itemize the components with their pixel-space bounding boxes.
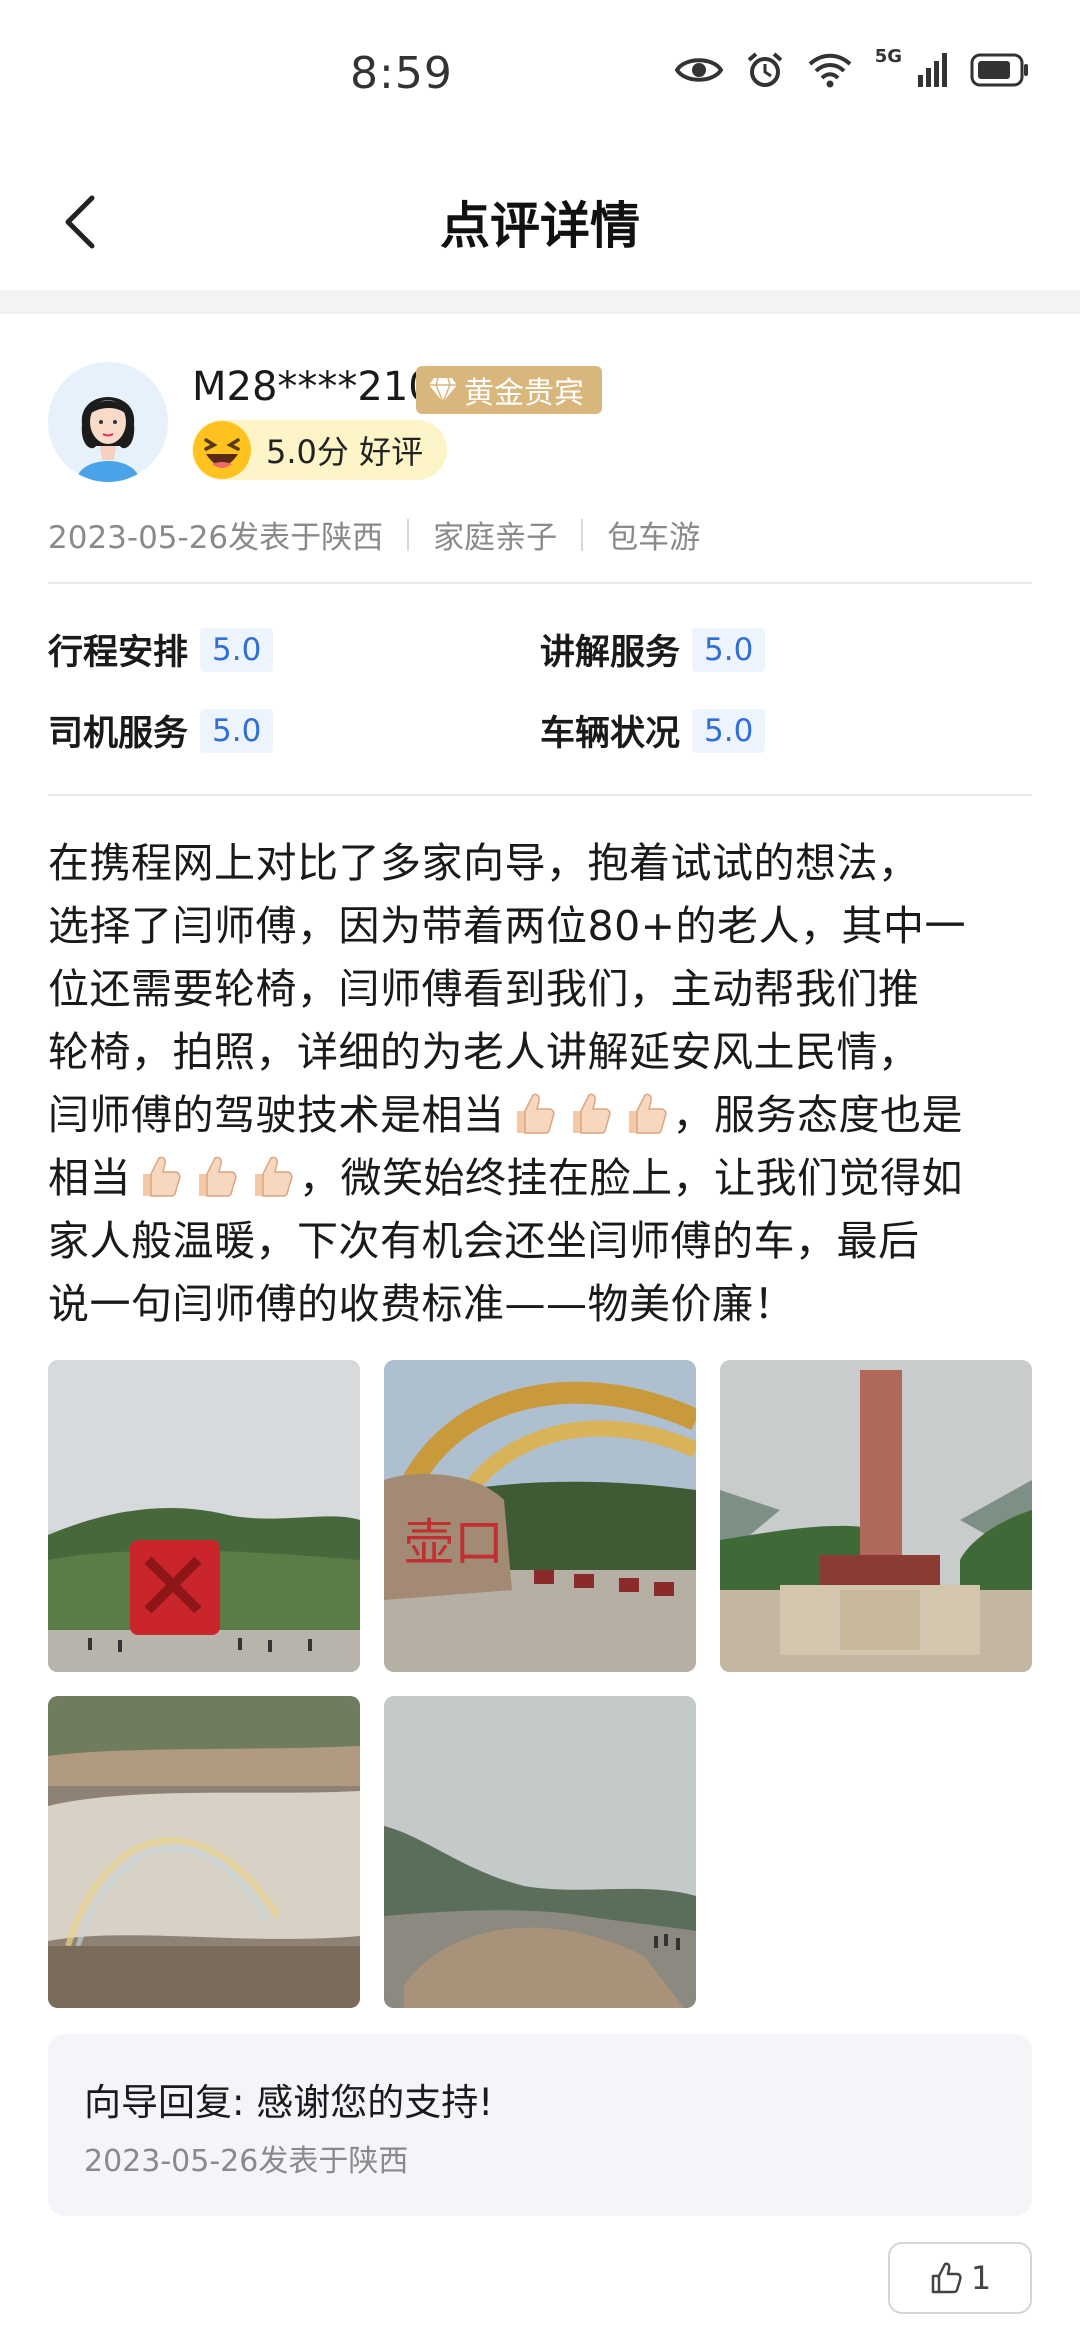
thumbs-up-emoji-icon: [516, 1093, 555, 1134]
review-line: 轮椅，拍照，详细的为老人讲解延安风土民情，: [48, 1028, 920, 1076]
review-line: 选择了闫师傅，因为带着两位80+的老人，其中一: [48, 902, 967, 950]
score-label: 车辆状况: [540, 714, 681, 754]
network-label: 5G: [874, 45, 902, 67]
review-photo[interactable]: [384, 1696, 696, 2008]
username: M28****210: [192, 364, 434, 410]
review-segment: ，微笑始终挂在脸上，让我们觉得如: [299, 1154, 963, 1202]
review-segment: 闫师傅的驾驶技术是相当: [48, 1091, 505, 1139]
review-meta: 2023-05-26发表于陕西 家庭亲子 包车游: [48, 512, 700, 557]
score-value: 5.0: [692, 627, 766, 672]
meta-divider: [407, 518, 410, 551]
review-segment: ，服务态度也是: [672, 1091, 963, 1139]
reply-text: 向导回复: 感谢您的支持!: [84, 2081, 494, 2124]
battery-icon: [970, 53, 1028, 87]
thumbs-up-emoji-icon: [572, 1093, 611, 1134]
tag-family: 家庭亲子: [433, 520, 558, 556]
score-driver: 司机服务 5.0: [48, 705, 274, 756]
score-itinerary: 行程安排 5.0: [48, 624, 274, 675]
review-content: 在携程网上对比了多家向导，抱着试试的想法， 选择了闫师傅，因为带着两位80+的老…: [48, 832, 1038, 1336]
alarm-icon: [747, 52, 782, 87]
vip-badge: 黄金贵宾: [416, 366, 602, 414]
guide-reply: 向导回复: 感谢您的支持! 2023-05-26发表于陕西: [48, 2034, 1032, 2216]
review-line: 家人般温暖，下次有机会还坐闫师傅的车，最后: [48, 1217, 920, 1265]
section-separator: [0, 290, 1080, 314]
score-value: 5.0: [200, 708, 274, 753]
score-guide: 讲解服务 5.0: [540, 624, 766, 675]
review-line: 闫师傅的驾驶技术是相当 ，服务态度也是: [48, 1084, 1038, 1147]
tag-charter: 包车游: [607, 520, 701, 556]
review-line: 位还需要轮椅，闫师傅看到我们，主动帮我们推: [48, 965, 920, 1013]
thumbs-up-emoji-icon: [255, 1156, 293, 1197]
thumbs-up-icon: [931, 2262, 962, 2294]
like-count: 1: [970, 2259, 992, 2297]
status-bar: 8:59 5G: [0, 0, 1080, 150]
review-photo[interactable]: [48, 1696, 360, 2008]
review-line: 相当 ，微笑始终挂在脸上，让我们觉得如: [48, 1147, 1038, 1210]
page-title: 点评详情: [440, 197, 640, 255]
thumbs-up-emoji-icon: [143, 1156, 181, 1197]
review-photo[interactable]: [48, 1360, 360, 1672]
score-value: 5.0: [200, 627, 274, 672]
score-vehicle: 车辆状况 5.0: [540, 705, 766, 756]
nav-bar: 点评详情: [0, 160, 1080, 290]
status-time: 8:59: [350, 48, 453, 99]
thumbs-up-emoji-icon: [628, 1093, 667, 1134]
review-photo[interactable]: 壶口: [384, 1360, 696, 1672]
review-line: 在携程网上对比了多家向导，抱着试试的想法，: [48, 839, 920, 887]
divider: [48, 582, 1032, 584]
review-line: 说一句闫师傅的收费标准——物美价廉！: [48, 1280, 795, 1328]
signal-icon: [918, 53, 947, 87]
rating-pill: 5.0分 好评: [192, 420, 448, 480]
status-icons: 5G: [674, 46, 1030, 90]
score-label: 讲解服务: [540, 633, 681, 673]
divider: [48, 794, 1032, 796]
meta-divider: [581, 518, 584, 551]
score-label: 司机服务: [48, 714, 189, 754]
score-label: 行程安排: [48, 633, 189, 673]
diamond-icon: [429, 377, 457, 403]
avatar[interactable]: [48, 362, 168, 482]
reply-date: 2023-05-26发表于陕西: [84, 2144, 409, 2179]
review-segment: 相当: [48, 1154, 131, 1202]
svg-text:壶口: 壶口: [404, 1514, 504, 1572]
laughing-emoji-icon: [193, 421, 251, 479]
review-date-location: 2023-05-26发表于陕西: [48, 520, 384, 556]
rating-text: 5.0分 好评: [266, 433, 424, 471]
review-photo[interactable]: [720, 1360, 1032, 1672]
thumbs-up-emoji-icon: [199, 1156, 237, 1197]
wifi-icon: [808, 53, 852, 88]
eye-icon: [674, 58, 723, 82]
vip-badge-label: 黄金贵宾: [464, 376, 584, 411]
like-button[interactable]: 1: [888, 2242, 1032, 2314]
score-value: 5.0: [692, 708, 766, 753]
